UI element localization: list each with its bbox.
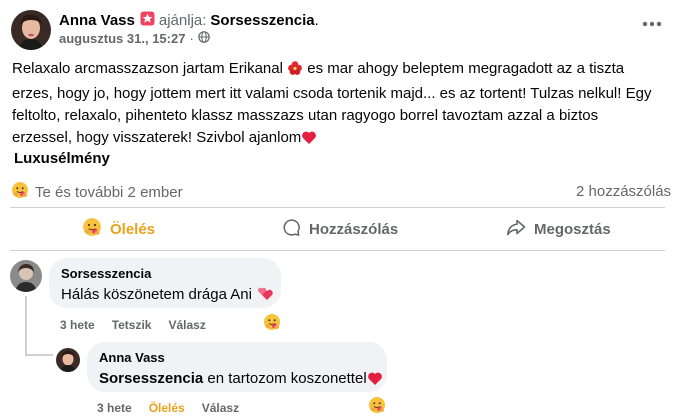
- thread-connector-vertical: [25, 296, 27, 356]
- hug-action-label: Ölelés: [110, 220, 156, 238]
- reply-text-body: en tartozom koszonettel: [203, 370, 367, 387]
- author-name[interactable]: Anna Vass: [59, 12, 135, 29]
- comment-bubble-icon: [282, 218, 301, 241]
- author-avatar[interactable]: [11, 10, 51, 50]
- reply-hug-button[interactable]: Ölelés: [149, 401, 185, 415]
- two-hearts-icon: [256, 286, 274, 308]
- comment-text: Hálás köszönetem drága Ani: [61, 285, 273, 308]
- reply-reply-button[interactable]: Válasz: [202, 401, 239, 415]
- comment-like-button[interactable]: Tetszik: [112, 318, 152, 332]
- meta-separator: ·: [189, 31, 194, 46]
- reply-bubble: Anna Vass Sorsesszencia en tartozom kosz…: [87, 342, 387, 392]
- hibiscus-flower-icon: [287, 60, 303, 83]
- divider-top: [10, 207, 665, 208]
- more-horizontal-icon: [642, 21, 662, 27]
- thread-connector-horizontal: [25, 354, 53, 356]
- reply-text: Sorsesszencia en tartozom koszonettel: [99, 369, 382, 392]
- share-action-button[interactable]: Megosztás: [506, 217, 611, 241]
- divider-bottom: [10, 250, 665, 251]
- comment-time[interactable]: 3 hete: [60, 318, 95, 332]
- reply-hug-reaction-icon[interactable]: [368, 396, 386, 419]
- globe-icon[interactable]: [197, 31, 210, 46]
- post-meta: augusztus 31., 15:27 ·: [59, 31, 210, 46]
- hug-reaction-icon: [82, 217, 102, 241]
- comment-actions: 3 hete Tetszik Válasz: [60, 318, 223, 332]
- post-tag-title: Luxusélmény: [14, 150, 110, 167]
- recommend-badge-icon: [140, 11, 155, 30]
- reply-actions: 3 hete Ölelés Válasz: [97, 401, 256, 415]
- post-timestamp[interactable]: augusztus 31., 15:27: [59, 31, 185, 46]
- red-heart-icon: [367, 371, 383, 392]
- reply-mention-link[interactable]: Sorsesszencia: [99, 370, 203, 387]
- share-arrow-icon: [506, 218, 526, 241]
- share-action-label: Megosztás: [534, 220, 611, 238]
- comment-action-button[interactable]: Hozzászólás: [282, 217, 398, 241]
- recommends-text: ajánlja:: [158, 12, 207, 29]
- comment-text-body: Hálás köszönetem drága Ani: [61, 286, 252, 303]
- comment-action-label: Hozzászólás: [309, 220, 399, 238]
- hug-reaction-icon: [11, 181, 29, 203]
- more-options-button[interactable]: [640, 14, 664, 34]
- header-dot: .: [314, 12, 319, 29]
- comment-bubble: Sorsesszencia Hálás köszönetem drága Ani: [49, 258, 281, 308]
- post-header-line: Anna Vass ajánlja: Sorsesszencia .: [59, 11, 319, 30]
- hug-action-button[interactable]: Ölelés: [82, 217, 155, 241]
- post-text-part-1: Relaxalo arcmasszazson jartam Erikanal: [12, 60, 288, 77]
- comment-author[interactable]: Sorsesszencia: [61, 266, 269, 282]
- reply-avatar-anna-vass[interactable]: [56, 348, 80, 372]
- comment-reply-button[interactable]: Válasz: [168, 318, 205, 332]
- comments-count-link[interactable]: 2 hozzászólás: [576, 183, 671, 200]
- reactions-summary[interactable]: Te és további 2 ember: [11, 181, 183, 203]
- red-heart-icon: [301, 130, 317, 152]
- reply-author[interactable]: Anna Vass: [99, 350, 375, 366]
- comment-hug-reaction-icon[interactable]: [263, 313, 281, 336]
- reactions-summary-text: Te és további 2 ember: [35, 183, 183, 201]
- post-body-text: Relaxalo arcmasszazson jartam Erikanal e…: [12, 58, 662, 152]
- recommended-page-link[interactable]: Sorsesszencia: [210, 12, 314, 29]
- comment-avatar-sorsesszencia[interactable]: [10, 260, 42, 292]
- reply-time[interactable]: 3 hete: [97, 401, 132, 415]
